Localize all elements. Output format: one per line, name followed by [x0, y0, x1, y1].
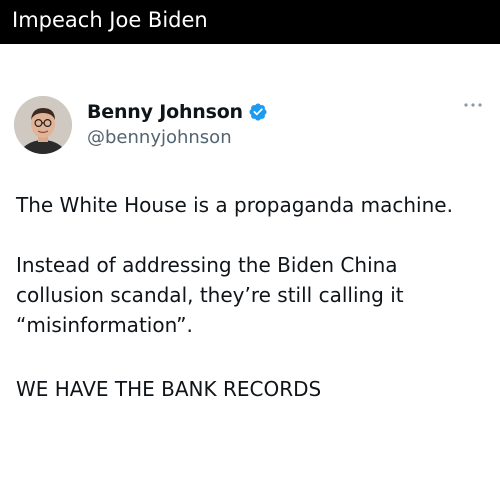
author-name-row[interactable]: Benny Johnson [87, 100, 268, 124]
tweet-paragraph: WE HAVE THE BANK RECORDS [16, 377, 322, 401]
author-display-name[interactable]: Benny Johnson [87, 101, 243, 123]
verified-badge-icon [249, 103, 267, 121]
banner-title: Impeach Joe Biden [12, 8, 208, 32]
author-handle[interactable]: @bennyjohnson [87, 127, 232, 148]
avatar[interactable] [14, 96, 72, 154]
top-banner: Impeach Joe Biden [0, 0, 500, 44]
more-options-icon[interactable] [462, 100, 484, 110]
tweet-paragraph: Instead of addressing the Biden China co… [16, 253, 404, 337]
tweet-paragraph: The White House is a propaganda machine. [16, 193, 453, 217]
avatar-portrait [14, 96, 72, 154]
